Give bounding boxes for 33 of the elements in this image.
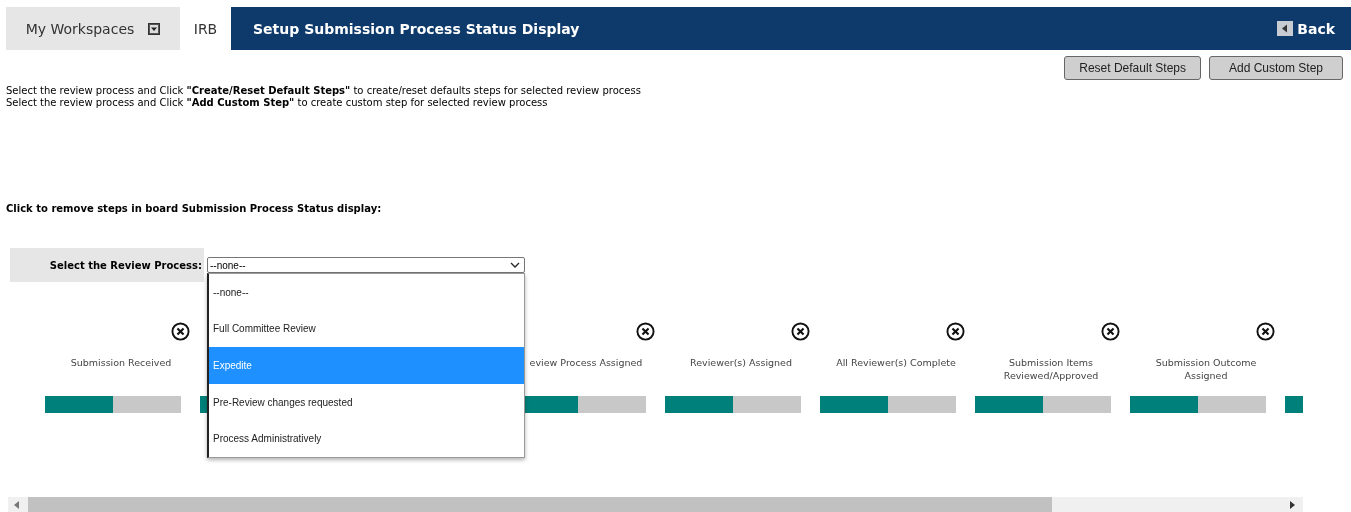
irb-tab[interactable]: IRB bbox=[180, 7, 231, 50]
remove-icon[interactable] bbox=[946, 322, 965, 341]
select-label: Select the Review Process: bbox=[10, 248, 204, 282]
instruction-text: Select the review process and Click "Add Custom Step" to create custom step for selected review process bbox=[6, 97, 549, 109]
remove-icon[interactable] bbox=[636, 322, 655, 341]
chevron-icon bbox=[510, 262, 520, 268]
workspaces-tab[interactable]: My Workspaces bbox=[6, 7, 180, 50]
horizontal-scrollbar[interactable] bbox=[8, 497, 1303, 512]
remove-icon[interactable] bbox=[791, 322, 810, 341]
dropdown-option[interactable]: --none-- bbox=[209, 274, 524, 311]
step-label: Submission Items Reviewed/Approved bbox=[1002, 356, 1100, 382]
step-label: All Reviewer(s) Complete bbox=[836, 356, 956, 369]
remove-icon[interactable] bbox=[1256, 322, 1275, 341]
step-label: Submission Outcome Assigned bbox=[1154, 356, 1258, 382]
scroll-right-icon[interactable] bbox=[1289, 500, 1295, 509]
scroll-left-icon[interactable] bbox=[14, 500, 20, 509]
action-button[interactable]: Add Custom Step bbox=[1209, 56, 1343, 80]
action-button[interactable]: Reset Default Steps bbox=[1064, 56, 1201, 80]
dropdown-option[interactable]: Pre-Review changes requested bbox=[209, 383, 524, 421]
dropdown-icon bbox=[148, 22, 161, 35]
review-process-select[interactable]: --none-- bbox=[207, 257, 525, 273]
step-label: eview Process Assigned bbox=[529, 356, 643, 369]
instruction-text: Select the review process and Click "Create/Reset Default Steps" to create/reset defaults steps for selected review process bbox=[6, 85, 642, 97]
section-heading: Click to remove steps in board Submission Process Status display: bbox=[6, 203, 383, 214]
back-button[interactable]: Back bbox=[1271, 19, 1341, 38]
remove-icon[interactable] bbox=[171, 322, 190, 341]
scrollbar-thumb[interactable] bbox=[28, 497, 1052, 512]
page-title: Setup Submission Process Status Display bbox=[253, 20, 580, 37]
step-label: Submission Received bbox=[70, 356, 172, 369]
remove-icon[interactable] bbox=[1101, 322, 1120, 341]
dropdown-option[interactable]: Process Administratively bbox=[209, 420, 524, 457]
step-label: Reviewer(s) Assigned bbox=[690, 356, 792, 369]
dropdown-option[interactable]: Full Committee Review bbox=[209, 310, 524, 348]
